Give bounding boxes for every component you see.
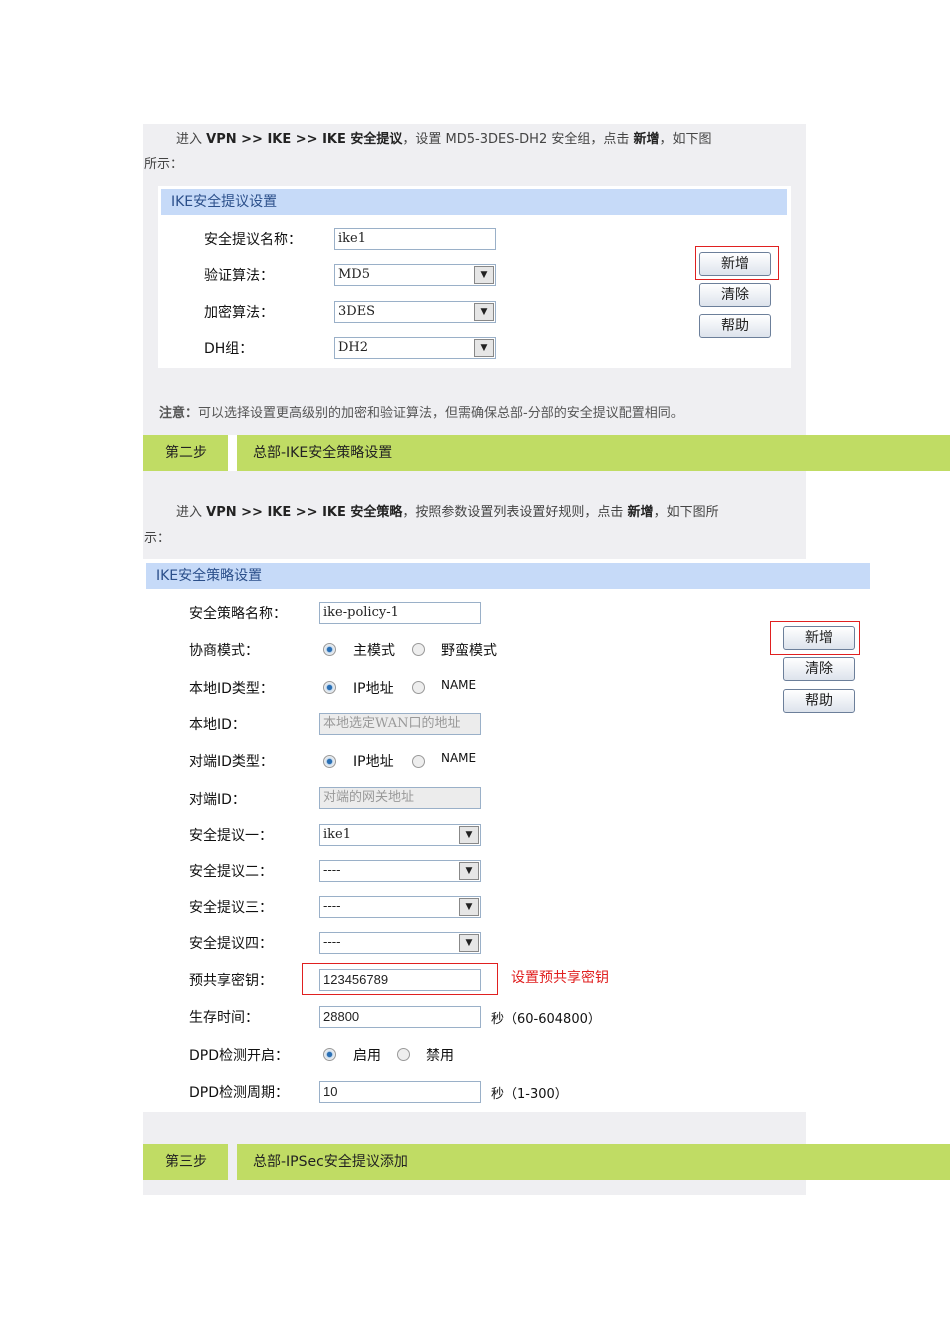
field-label: 预共享密钥： xyxy=(189,973,273,989)
dh-group-select[interactable]: DH2 ▼ xyxy=(334,337,496,359)
dpd-period-input[interactable]: 10 xyxy=(319,1081,481,1103)
clear-button[interactable]: 清除 xyxy=(699,283,771,307)
chevron-down-icon: ▼ xyxy=(474,266,494,284)
radio-label: 野蛮模式 xyxy=(441,643,497,659)
radio-label: IP地址 xyxy=(353,754,394,770)
select-value: 3DES xyxy=(338,304,376,319)
radio-label: 禁用 xyxy=(426,1048,454,1064)
lifetime-input[interactable]: 28800 xyxy=(319,1006,481,1028)
radio-label: 主模式 xyxy=(353,643,395,659)
field-label: 安全提议三： xyxy=(189,900,273,916)
intro-text-2: 所示： xyxy=(144,157,184,172)
help-button[interactable]: 帮助 xyxy=(699,314,771,338)
step-title: 总部-IKE安全策略设置 xyxy=(237,435,950,471)
intro-text: 进入 VPN >> IKE >> IKE 安全策略，按照参数设置列表设置好规则，… xyxy=(176,505,719,520)
help-button[interactable]: 帮助 xyxy=(783,689,855,713)
step-title: 总部-IPSec安全提议添加 xyxy=(237,1144,950,1180)
radio-dpd-enable[interactable] xyxy=(323,1048,336,1061)
clear-button[interactable]: 清除 xyxy=(783,657,855,681)
select-value: MD5 xyxy=(338,267,371,282)
radio-dpd-disable[interactable] xyxy=(397,1048,410,1061)
field-label: 对端ID： xyxy=(189,792,246,808)
field-label: 安全提议二： xyxy=(189,864,273,880)
chevron-down-icon: ▼ xyxy=(459,898,479,916)
field-label: DH组： xyxy=(204,341,254,357)
intro-text-2: 示： xyxy=(144,531,171,546)
field-label: DPD检测开启： xyxy=(189,1048,290,1064)
field-label: 加密算法： xyxy=(204,305,274,321)
field-label: 验证算法： xyxy=(204,268,274,284)
step-label: 第三步 xyxy=(143,1144,228,1180)
unit-label: 秒（60-604800） xyxy=(491,1012,601,1027)
select-value: ---- xyxy=(323,899,341,914)
add-button[interactable]: 新增 xyxy=(783,626,855,650)
preshared-key-input[interactable]: 123456789 xyxy=(319,969,481,991)
field-label: 安全提议一： xyxy=(189,828,273,844)
radio-peer-name[interactable] xyxy=(412,755,425,768)
peer-id-input[interactable]: 对端的网关地址 xyxy=(319,787,481,809)
field-label: 本地ID类型： xyxy=(189,681,274,697)
proposal-2-select[interactable]: ---- ▼ xyxy=(319,860,481,882)
radio-label: IP地址 xyxy=(353,681,394,697)
chevron-down-icon: ▼ xyxy=(474,303,494,321)
note: 注意：可以选择设置更高级别的加密和验证算法，但需确保总部-分部的安全提议配置相同… xyxy=(159,406,684,421)
radio-peer-ip[interactable] xyxy=(323,755,336,768)
intro-text: 进入 VPN >> IKE >> IKE 安全提议，设置 MD5-3DES-DH… xyxy=(176,132,712,147)
step-label: 第二步 xyxy=(143,435,228,471)
field-label: DPD检测周期： xyxy=(189,1085,290,1101)
proposal-3-select[interactable]: ---- ▼ xyxy=(319,896,481,918)
radio-local-name[interactable] xyxy=(412,681,425,694)
policy-name-input[interactable]: ike-policy-1 xyxy=(319,602,481,624)
radio-main-mode[interactable] xyxy=(323,643,336,656)
annotation: 设置预共享密钥 xyxy=(511,970,609,986)
radio-label: NAME xyxy=(441,751,477,765)
field-label: 协商模式： xyxy=(189,643,259,659)
chevron-down-icon: ▼ xyxy=(459,934,479,952)
encryption-algorithm-select[interactable]: 3DES ▼ xyxy=(334,301,496,323)
field-label: 生存时间： xyxy=(189,1010,259,1026)
select-value: DH2 xyxy=(338,340,369,355)
proposal-4-select[interactable]: ---- ▼ xyxy=(319,932,481,954)
select-value: ---- xyxy=(323,935,341,950)
field-label: 本地ID： xyxy=(189,717,246,733)
radio-label: NAME xyxy=(441,678,477,692)
field-label: 对端ID类型： xyxy=(189,754,274,770)
chevron-down-icon: ▼ xyxy=(459,826,479,844)
field-label: 安全策略名称： xyxy=(189,606,287,622)
panel-title: IKE安全提议设置 xyxy=(161,189,787,215)
add-button[interactable]: 新增 xyxy=(699,252,771,276)
chevron-down-icon: ▼ xyxy=(474,339,494,357)
radio-aggressive-mode[interactable] xyxy=(412,643,425,656)
radio-local-ip[interactable] xyxy=(323,681,336,694)
proposal-1-select[interactable]: ike1 ▼ xyxy=(319,824,481,846)
select-value: ike1 xyxy=(323,827,351,842)
field-label: 安全提议四： xyxy=(189,936,273,952)
panel-title: IKE安全策略设置 xyxy=(146,563,870,589)
auth-algorithm-select[interactable]: MD5 ▼ xyxy=(334,264,496,286)
chevron-down-icon: ▼ xyxy=(459,862,479,880)
field-label: 安全提议名称： xyxy=(204,232,302,248)
select-value: ---- xyxy=(323,863,341,878)
unit-label: 秒（1-300） xyxy=(491,1087,568,1102)
radio-label: 启用 xyxy=(353,1048,381,1064)
proposal-name-input[interactable]: ike1 xyxy=(334,228,496,250)
local-id-input[interactable]: 本地选定WAN口的地址 xyxy=(319,713,481,735)
